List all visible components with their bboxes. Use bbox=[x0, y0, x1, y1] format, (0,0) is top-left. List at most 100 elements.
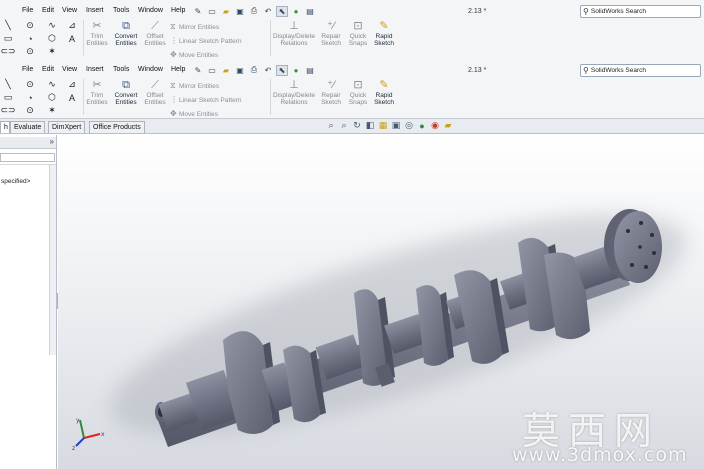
polygon-icon[interactable]: ⬡ bbox=[46, 92, 58, 103]
menu-insert[interactable]: Insert bbox=[86, 7, 104, 14]
linear-pattern-button[interactable]: ⋮Linear Sketch Pattern bbox=[170, 95, 242, 104]
options-icon[interactable]: ▤ bbox=[304, 65, 316, 76]
smart-dimension-icon[interactable]: ⊿ bbox=[66, 20, 78, 31]
panel-divider bbox=[0, 164, 56, 165]
polygon-icon[interactable]: ⬡ bbox=[46, 33, 58, 44]
quick-access-toolbar: ✎ ▭ ▰ ▣ ⎙ ↶ ⬉ ● ▤ bbox=[192, 5, 316, 17]
repair-sketch-button[interactable]: ⁺⁄ Repair Sketch bbox=[319, 20, 343, 47]
zoom-area-icon[interactable]: ⌕ bbox=[339, 120, 349, 131]
rapid-sketch-button[interactable]: ✎ Rapid Sketch bbox=[372, 20, 396, 47]
select-icon[interactable]: ⬉ bbox=[276, 5, 288, 17]
spline-icon[interactable]: ∿ bbox=[46, 79, 58, 90]
rapid-sketch-button[interactable]: ✎ Rapid Sketch bbox=[372, 79, 396, 106]
move-entities-button[interactable]: ✥ Move Entities bbox=[170, 109, 218, 118]
panel-filter-field[interactable] bbox=[0, 153, 55, 162]
line-icon[interactable]: ╲ bbox=[2, 20, 14, 31]
open-folder-icon[interactable]: ▰ bbox=[220, 65, 232, 76]
tab-evaluate[interactable]: Evaluate bbox=[10, 121, 46, 133]
menu-file[interactable]: File bbox=[22, 7, 33, 14]
zoom-to-fit-icon[interactable]: ⌕ bbox=[326, 120, 336, 131]
fillet-icon[interactable]: ⊙ bbox=[24, 105, 36, 116]
circle-icon[interactable]: ⊙ bbox=[24, 79, 36, 90]
section-view-icon[interactable]: ◧ bbox=[365, 120, 375, 131]
mirror-entities-button[interactable]: ⧖ Mirror Entities bbox=[170, 81, 219, 91]
hide-show-icon[interactable]: ◎ bbox=[404, 120, 414, 131]
search-field[interactable]: ⚲ SolidWorks Search bbox=[580, 5, 701, 18]
previous-view-icon[interactable]: ↻ bbox=[352, 120, 362, 131]
new-document-icon[interactable]: ▭ bbox=[206, 6, 218, 17]
tab-sketch[interactable]: h bbox=[0, 121, 10, 133]
offset-entities-button[interactable]: ⟋ Offset Entities bbox=[143, 79, 167, 106]
menu-edit[interactable]: Edit bbox=[42, 7, 54, 14]
trim-entities-button[interactable]: ✂ Trim Entities bbox=[86, 20, 108, 47]
rectangle-icon[interactable]: ▭ bbox=[2, 33, 14, 44]
undo-icon[interactable]: ↶ bbox=[262, 6, 274, 17]
quick-snaps-button[interactable]: ⊡ Quick Snaps bbox=[347, 79, 369, 106]
mirror-entities-button[interactable]: ⧖ Mirror Entities bbox=[170, 22, 219, 32]
slot-icon[interactable]: ⊂⊃ bbox=[0, 105, 15, 116]
expand-chevron-icon[interactable]: » bbox=[50, 137, 54, 146]
menu-view[interactable]: View bbox=[62, 66, 77, 73]
display-style-icon[interactable]: ▣ bbox=[391, 120, 401, 131]
select-icon[interactable]: ⬉ bbox=[276, 64, 288, 76]
search-field[interactable]: ⚲ SolidWorks Search bbox=[580, 64, 701, 77]
panel-scrollbar[interactable] bbox=[49, 165, 56, 355]
repair-icon: ⁺⁄ bbox=[327, 20, 335, 32]
menu-help[interactable]: Help bbox=[171, 7, 185, 14]
arc-icon[interactable]: ◔ bbox=[24, 92, 36, 103]
view-orientation-icon[interactable]: ▦ bbox=[378, 120, 388, 131]
smart-dimension-icon[interactable]: ⊿ bbox=[66, 79, 78, 90]
convert-entities-button[interactable]: ⧉ Convert Entities bbox=[113, 20, 139, 47]
point-icon[interactable]: ✶ bbox=[46, 46, 58, 57]
options-icon[interactable]: ▤ bbox=[304, 6, 316, 17]
display-delete-relations-button[interactable]: ⊥ Display/Delete Relations bbox=[272, 79, 316, 106]
trim-entities-button[interactable]: ✂ Trim Entities bbox=[86, 79, 108, 106]
repair-sketch-button[interactable]: ⁺⁄ Repair Sketch bbox=[319, 79, 343, 106]
pin-icon[interactable]: ✎ bbox=[192, 65, 204, 76]
text-icon[interactable]: A bbox=[66, 33, 78, 44]
slot-icon[interactable]: ⊂⊃ bbox=[0, 46, 15, 57]
menu-help[interactable]: Help bbox=[171, 66, 185, 73]
display-delete-relations-button[interactable]: ⊥ Display/Delete Relations bbox=[272, 20, 316, 47]
pin-icon[interactable]: ✎ bbox=[192, 6, 204, 17]
line-icon[interactable]: ╲ bbox=[2, 79, 14, 90]
search-label: SolidWorks Search bbox=[590, 8, 647, 15]
spline-icon[interactable]: ∿ bbox=[46, 20, 58, 31]
print-icon[interactable]: ⎙ bbox=[248, 6, 260, 17]
open-folder-icon[interactable]: ▰ bbox=[220, 6, 232, 17]
rebuild-icon[interactable]: ● bbox=[290, 65, 302, 76]
menu-file[interactable]: File bbox=[22, 66, 33, 73]
tab-dimxpert[interactable]: DimXpert bbox=[48, 121, 86, 133]
print-icon[interactable]: ⎙ bbox=[248, 65, 260, 76]
menu-tools[interactable]: Tools bbox=[113, 66, 129, 73]
trim-icon: ✂ bbox=[92, 20, 102, 32]
save-icon[interactable]: ▣ bbox=[234, 6, 246, 17]
text-icon[interactable]: A bbox=[66, 92, 78, 103]
convert-entities-button[interactable]: ⧉ Convert Entities bbox=[113, 79, 139, 106]
tab-office-products[interactable]: Office Products bbox=[89, 121, 145, 133]
save-icon[interactable]: ▣ bbox=[234, 65, 246, 76]
rectangle-icon[interactable]: ▭ bbox=[2, 92, 14, 103]
fillet-icon[interactable]: ⊙ bbox=[24, 46, 36, 57]
view-settings-icon[interactable]: ▰ bbox=[443, 120, 453, 131]
coordinate-triad-icon: x y z bbox=[72, 417, 105, 452]
scene-icon[interactable]: ◉ bbox=[430, 120, 440, 131]
circle-icon[interactable]: ⊙ bbox=[24, 20, 36, 31]
appearance-icon[interactable]: ● bbox=[417, 120, 427, 131]
menu-edit[interactable]: Edit bbox=[42, 66, 54, 73]
arc-icon[interactable]: ◔ bbox=[24, 33, 36, 44]
point-icon[interactable]: ✶ bbox=[46, 105, 58, 116]
move-entities-button[interactable]: ✥ Move Entities bbox=[170, 50, 218, 59]
menu-window[interactable]: Window bbox=[138, 66, 163, 73]
offset-entities-button[interactable]: ⟋ Offset Entities bbox=[143, 20, 167, 47]
menu-insert[interactable]: Insert bbox=[86, 66, 104, 73]
menu-view[interactable]: View bbox=[62, 7, 77, 14]
menu-tools[interactable]: Tools bbox=[113, 7, 129, 14]
new-document-icon[interactable]: ▭ bbox=[206, 65, 218, 76]
rebuild-icon[interactable]: ● bbox=[290, 6, 302, 17]
snaps-icon: ⊡ bbox=[353, 79, 363, 91]
menu-window[interactable]: Window bbox=[138, 7, 163, 14]
undo-icon[interactable]: ↶ bbox=[262, 65, 274, 76]
quick-snaps-button[interactable]: ⊡ Quick Snaps bbox=[347, 20, 369, 47]
linear-pattern-button[interactable]: ⋮Linear Sketch Pattern bbox=[170, 36, 242, 45]
